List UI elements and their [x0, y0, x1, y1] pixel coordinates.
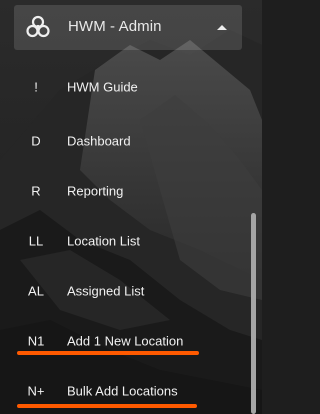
menu-item-assigned-list[interactable]: AL Assigned List — [0, 271, 245, 311]
menu-item-label: Dashboard — [67, 133, 131, 149]
menu-item-hwm-guide[interactable]: ! HWM Guide — [0, 67, 245, 107]
menu-item-label: Reporting — [67, 183, 124, 199]
menu-item-location-list[interactable]: LL Location List — [0, 221, 245, 261]
menu-item-abbr: LL — [28, 233, 44, 249]
menu-item-add-new-location[interactable]: N1 Add 1 New Location — [0, 321, 245, 361]
menu-item-abbr: ! — [34, 79, 38, 95]
menu-item-label: HWM Guide — [67, 79, 138, 95]
menu-item-dashboard[interactable]: D Dashboard — [0, 121, 245, 161]
highlight-underline — [17, 404, 197, 408]
menu-item-abbr: D — [31, 133, 41, 149]
menu-item-label: Add 1 New Location — [67, 333, 184, 349]
menu-item-abbr: N1 — [27, 333, 45, 349]
menu-item-abbr: N+ — [27, 383, 45, 399]
menu-item-label: Location List — [67, 233, 140, 249]
menu-item-reporting[interactable]: R Reporting — [0, 171, 245, 211]
menu-item-label: Bulk Add Locations — [67, 383, 178, 399]
menu-item-abbr: AL — [28, 283, 44, 299]
menu-item-label: Assigned List — [67, 283, 145, 299]
scrollbar-thumb[interactable] — [251, 213, 256, 414]
highlight-underline — [17, 351, 199, 355]
menu-item-abbr: R — [31, 183, 41, 199]
